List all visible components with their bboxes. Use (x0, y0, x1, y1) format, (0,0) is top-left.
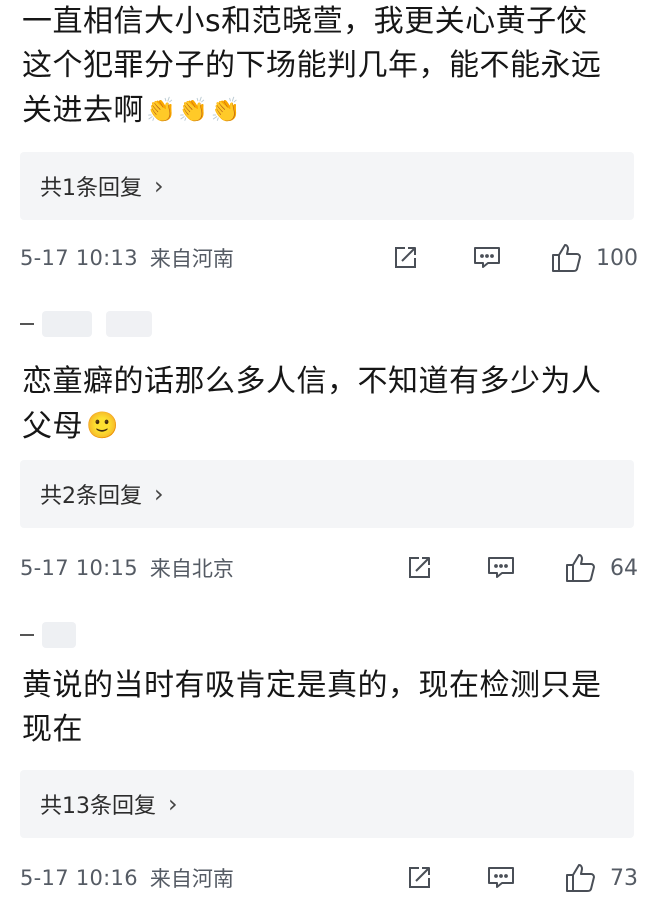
comment-actions: 73 (404, 862, 638, 894)
comment-1-line-3-text: 关进去啊 (22, 93, 144, 128)
comment-1-meta: 5-17 10:13 来自河南 100 (20, 238, 638, 278)
comment-2-line-2-text: 父母 (22, 409, 83, 444)
share-icon[interactable] (404, 863, 434, 893)
comment-3-meta: 5-17 10:16 来自河南 73 (20, 858, 638, 898)
chevron-right-icon: › (168, 790, 178, 818)
share-icon[interactable] (390, 243, 420, 273)
smile-icon: 🙂 (86, 411, 119, 441)
reply-count-label: 共2条回复 (40, 484, 142, 509)
comment-2-line-2: 父母 🙂 (22, 404, 647, 449)
comment-3-line-2: 现在 (22, 712, 83, 747)
share-icon[interactable] (404, 553, 434, 583)
comment-3-text: 黄说的当时有吸肯定是真的，现在检测只是 现在 (22, 664, 647, 752)
reply-link-comment-2[interactable]: 共2条回复 › (20, 460, 634, 528)
comment-location: 来自河南 (149, 247, 234, 271)
comment-actions: 64 (404, 552, 638, 584)
comment-2-user (20, 307, 152, 341)
comment-icon[interactable] (486, 863, 516, 893)
comment-location: 来自北京 (149, 557, 234, 581)
reply-count-label: 共13条回复 (40, 794, 156, 819)
comment-time: 5-17 10:13 (20, 246, 138, 270)
reply-link-comment-3[interactable]: 共13条回复 › (20, 770, 634, 838)
comment-feed: 一直相信大小s和范晓萱，我更关心黄子佼 这个犯罪分子的下场能判几年，能不能永远 … (0, 0, 660, 898)
name-mark (20, 634, 34, 636)
comment-location: 来自河南 (149, 867, 234, 891)
chevron-right-icon: › (154, 172, 164, 200)
username-blurred[interactable] (106, 311, 152, 337)
thumbs-up-icon[interactable] (564, 552, 598, 584)
clapping-hands-icon: 👏 (210, 96, 242, 124)
like-count: 100 (596, 245, 638, 271)
avatar[interactable] (42, 622, 76, 648)
comment-actions: 100 (390, 242, 638, 274)
comment-2-meta: 5-17 10:15 来自北京 64 (20, 548, 638, 588)
clapping-hands-icon: 👏 (146, 96, 177, 124)
thumbs-up-icon[interactable] (550, 242, 584, 274)
comment-1-line-2: 这个犯罪分子的下场能判几年，能不能永远 (22, 48, 602, 83)
comment-time: 5-17 10:16 (20, 866, 138, 890)
reply-count-label: 共1条回复 (40, 176, 142, 201)
comment-1-text: 一直相信大小s和范晓萱，我更关心黄子佼 这个犯罪分子的下场能判几年，能不能永远 … (22, 0, 647, 133)
comment-1-line-1: 一直相信大小s和范晓萱，我更关心黄子佼 (22, 4, 588, 39)
reply-link-comment-1[interactable]: 共1条回复 › (20, 152, 634, 220)
thumbs-up-icon[interactable] (564, 862, 598, 894)
comment-icon[interactable] (486, 553, 516, 583)
comment-2-text: 恋童癖的话那么多人信，不知道有多少为人 父母 🙂 (22, 360, 647, 449)
comment-icon[interactable] (472, 243, 502, 273)
like-count: 73 (610, 865, 638, 891)
like-count: 64 (610, 555, 638, 581)
avatar[interactable] (42, 311, 92, 337)
name-mark (20, 323, 34, 325)
chevron-right-icon: › (154, 480, 164, 508)
comment-time: 5-17 10:15 (20, 556, 138, 580)
comment-3-line-1: 黄说的当时有吸肯定是真的，现在检测只是 (22, 668, 602, 703)
comment-1-line-3: 关进去啊👏👏👏 (22, 88, 647, 133)
comment-3-user (20, 618, 76, 652)
comment-2-line-1: 恋童癖的话那么多人信，不知道有多少为人 (22, 364, 602, 399)
clapping-hands-icon: 👏 (178, 96, 209, 124)
